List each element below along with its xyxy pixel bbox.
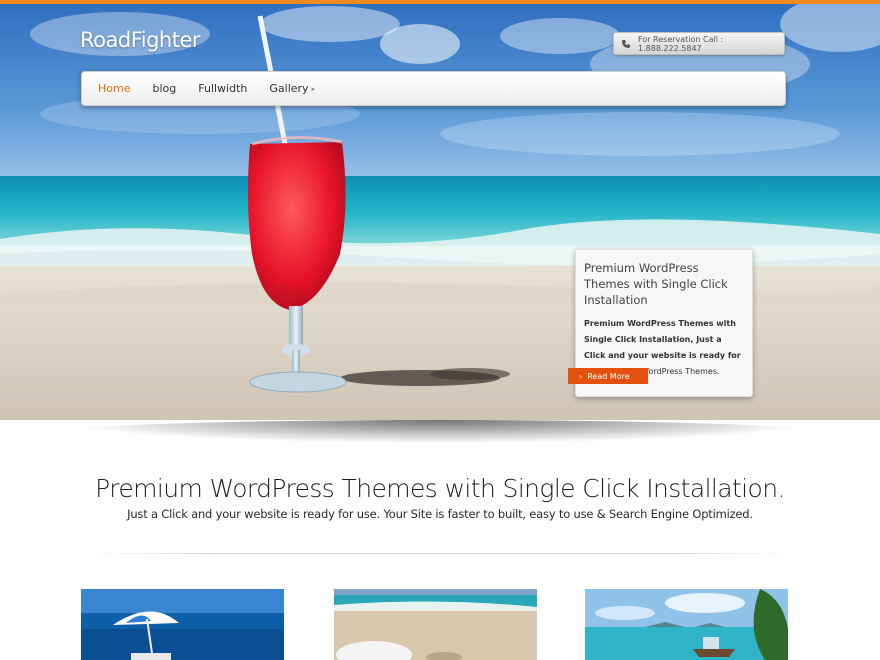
intro-subline: Just a Click and your website is ready f… — [127, 507, 753, 521]
nav-item-home-label: Home — [98, 82, 131, 95]
site-logo[interactable]: RoadFighter — [80, 28, 201, 52]
read-more-button[interactable]: › Read More — [568, 368, 648, 384]
chevron-right-icon: › — [579, 371, 583, 381]
reservation-phone-badge: For Reservation Call : 1.888.222.5847 — [613, 32, 785, 55]
nav-item-gallery-label: Gallery — [269, 82, 309, 95]
chevron-right-icon: ▸ — [311, 84, 316, 93]
nav-item-blog[interactable]: blog — [152, 82, 176, 95]
feature-thumbnail-boat[interactable] — [585, 589, 788, 660]
feature-thumbnail-beach-hat[interactable] — [334, 589, 537, 660]
nav-item-fullwidth-label: Fullwidth — [198, 82, 248, 95]
nav-item-blog-label: blog — [152, 82, 177, 95]
nav-item-gallery[interactable]: Gallery ▸ — [269, 82, 315, 95]
slider-caption-title: Premium WordPress Themes with Single Cli… — [584, 261, 728, 307]
section-divider — [85, 553, 795, 554]
nav-item-home[interactable]: Home — [98, 82, 130, 95]
intro-headline: Premium WordPress Themes with Single Cli… — [95, 474, 785, 503]
slider-shadow — [75, 420, 805, 442]
feature-thumbnail-umbrella[interactable] — [81, 589, 284, 660]
read-more-label: Read More — [587, 371, 630, 381]
nav-item-fullwidth[interactable]: Fullwidth — [198, 82, 247, 95]
main-navigation: Home blog Fullwidth Gallery ▸ — [81, 71, 786, 106]
phone-icon — [621, 39, 631, 49]
reservation-text: For Reservation Call : 1.888.222.5847 — [638, 34, 724, 53]
hero-slider[interactable]: RoadFighter For Reservation Call : 1.888… — [0, 4, 880, 420]
